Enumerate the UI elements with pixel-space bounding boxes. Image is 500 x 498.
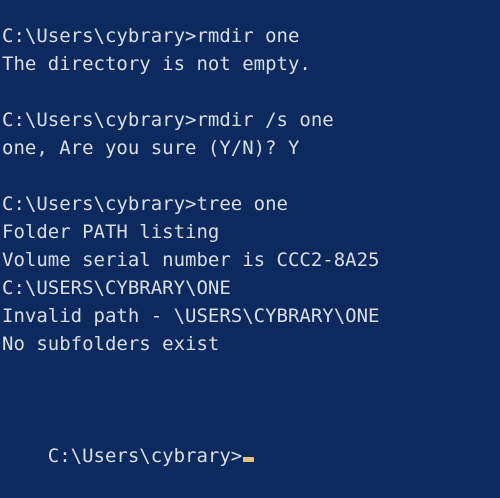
command-prompt: C:\Users\cybrary> xyxy=(47,445,243,467)
terminal-line: C:\Users\cybrary>rmdir /s one xyxy=(2,109,334,131)
terminal-line: C:\Users\cybrary>rmdir one xyxy=(2,25,300,47)
command-input-line[interactable]: C:\Users\cybrary> xyxy=(2,414,255,498)
terminal-line: C:\USERS\CYBRARY\ONE xyxy=(2,277,231,299)
terminal-line: Invalid path - \USERS\CYBRARY\ONE xyxy=(2,305,380,327)
terminal-line: Volume serial number is CCC2-8A25 xyxy=(2,249,380,271)
terminal-line: Folder PATH listing xyxy=(2,221,220,243)
terminal-line: The directory is not empty. xyxy=(2,53,311,75)
terminal-line: C:\Users\cybrary>tree one xyxy=(2,193,288,215)
terminal-line: one, Are you sure (Y/N)? Y xyxy=(2,137,300,159)
terminal-output: C:\Users\cybrary>rmdir one The directory… xyxy=(2,22,500,358)
text-cursor xyxy=(243,457,255,462)
console-window[interactable]: C:\Users\cybrary>rmdir one The directory… xyxy=(0,0,500,467)
terminal-line: No subfolders exist xyxy=(2,333,220,355)
